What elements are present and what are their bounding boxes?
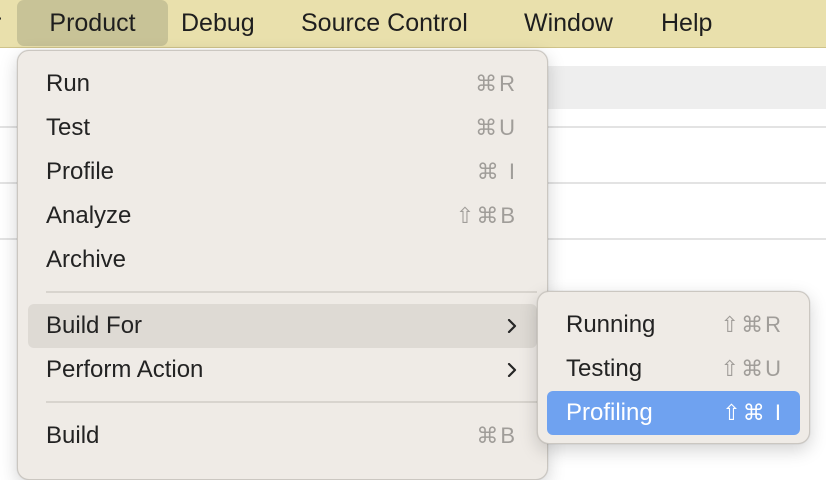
menu-item-label: Test bbox=[46, 114, 91, 141]
menu-item-perform-action[interactable]: Perform Action bbox=[28, 348, 537, 392]
submenu-item-testing[interactable]: Testing ⇧⌘U bbox=[547, 347, 800, 391]
menu-item-label: Build For bbox=[46, 312, 143, 339]
background-toolbar-row bbox=[548, 66, 826, 109]
menubar-item-editor[interactable]: r bbox=[0, 0, 1, 46]
menu-item-label: Build bbox=[46, 422, 100, 449]
menubar-item-window[interactable]: Window bbox=[524, 0, 613, 46]
shortcut-label: ⌘R bbox=[475, 71, 517, 96]
menu-bar: r Product Debug Source Control Window He… bbox=[0, 0, 826, 48]
menu-item-run[interactable]: Run ⌘R bbox=[28, 62, 537, 106]
background-divider bbox=[548, 126, 826, 128]
menu-item-label: Running bbox=[566, 311, 656, 338]
background-divider bbox=[0, 182, 17, 184]
background-divider bbox=[548, 238, 826, 240]
menu-item-label: Profile bbox=[46, 158, 115, 185]
chevron-right-icon bbox=[507, 319, 517, 333]
shortcut-label: ⇧⌘B bbox=[455, 203, 517, 228]
menu-item-test[interactable]: Test ⌘U bbox=[28, 106, 537, 150]
menu-item-label: Perform Action bbox=[46, 356, 204, 383]
background-divider bbox=[0, 126, 17, 128]
chevron-right-icon bbox=[507, 363, 517, 377]
menu-item-analyze[interactable]: Analyze ⇧⌘B bbox=[28, 194, 537, 238]
menu-item-profile[interactable]: Profile ⌘ I bbox=[28, 150, 537, 194]
menubar-item-product[interactable]: Product bbox=[17, 0, 168, 46]
shortcut-label: ⇧⌘ I bbox=[722, 400, 783, 425]
background-divider bbox=[548, 182, 826, 184]
menubar-item-help[interactable]: Help bbox=[661, 0, 712, 46]
menu-separator bbox=[46, 401, 537, 403]
menubar-item-source-control[interactable]: Source Control bbox=[301, 0, 468, 46]
menu-item-label: Analyze bbox=[46, 202, 132, 229]
product-menu: Run ⌘R Test ⌘U Profile ⌘ I Analyze ⇧⌘B A… bbox=[17, 50, 548, 480]
menu-item-label: Profiling bbox=[566, 399, 653, 426]
shortcut-label: ⌘B bbox=[476, 423, 517, 448]
shortcut-label: ⇧⌘R bbox=[720, 312, 783, 337]
shortcut-label: ⌘ I bbox=[476, 159, 517, 184]
shortcut-label: ⌘U bbox=[475, 115, 517, 140]
build-for-submenu: Running ⇧⌘R Testing ⇧⌘U Profiling ⇧⌘ I bbox=[537, 291, 810, 444]
menu-separator bbox=[46, 291, 537, 293]
shortcut-label: ⇧⌘U bbox=[720, 356, 783, 381]
menu-item-archive[interactable]: Archive bbox=[28, 238, 537, 282]
submenu-item-profiling[interactable]: Profiling ⇧⌘ I bbox=[547, 391, 800, 435]
menu-item-label: Archive bbox=[46, 246, 127, 273]
menu-item-build[interactable]: Build ⌘B bbox=[28, 414, 537, 458]
menu-item-label: Testing bbox=[566, 355, 643, 382]
menubar-item-debug[interactable]: Debug bbox=[181, 0, 255, 46]
background-divider bbox=[0, 238, 17, 240]
menu-item-build-for[interactable]: Build For bbox=[28, 304, 537, 348]
submenu-item-running[interactable]: Running ⇧⌘R bbox=[547, 303, 800, 347]
menu-item-label: Run bbox=[46, 70, 91, 97]
